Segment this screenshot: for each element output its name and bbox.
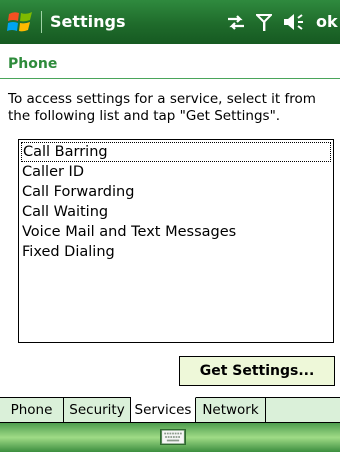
list-item-fixed-dialing[interactable]: Fixed Dialing (21, 242, 115, 262)
tab-network[interactable]: Network (196, 397, 266, 423)
header-divider (0, 78, 340, 79)
ok-button[interactable]: ok (316, 12, 338, 32)
page-title: Phone (8, 56, 58, 72)
list-item-call-barring[interactable]: Call Barring (21, 142, 331, 162)
list-item-call-forwarding[interactable]: Call Forwarding (21, 182, 134, 202)
tab-security[interactable]: Security (64, 397, 131, 423)
get-settings-button[interactable]: Get Settings... (179, 356, 335, 386)
tab-services[interactable]: Services (131, 397, 196, 423)
list-item-caller-id[interactable]: Caller ID (21, 162, 84, 182)
list-item-call-waiting[interactable]: Call Waiting (21, 202, 108, 222)
title-separator (41, 11, 42, 33)
volume-icon[interactable] (282, 10, 308, 34)
app-title: Settings (50, 12, 126, 31)
list-item-voice-mail[interactable]: Voice Mail and Text Messages (21, 222, 236, 242)
tab-phone[interactable]: Phone (0, 397, 64, 423)
services-list[interactable]: Call Barring Caller ID Call Forwarding C… (18, 139, 334, 343)
keyboard-icon[interactable] (160, 429, 186, 445)
windows-start-icon[interactable] (6, 8, 36, 36)
signal-icon[interactable] (256, 10, 272, 34)
instructions-text: To access settings for a service, select… (8, 91, 316, 124)
connectivity-icon[interactable] (225, 10, 247, 34)
title-bar: Settings ok (0, 0, 340, 44)
